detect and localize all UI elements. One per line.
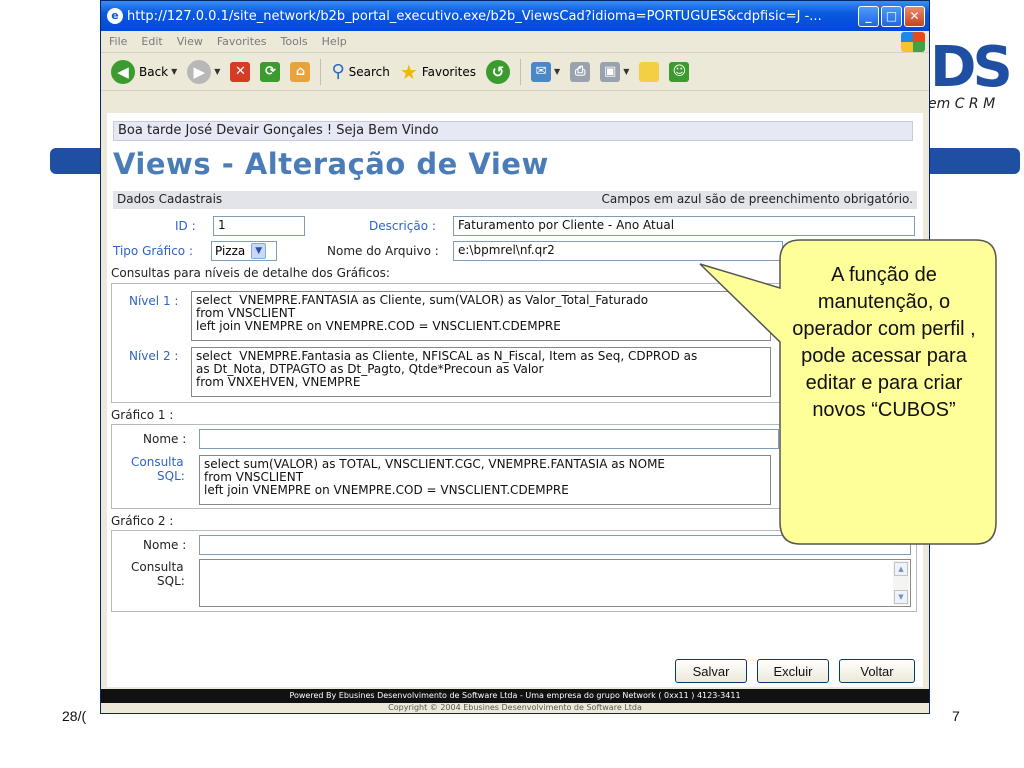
home-icon: ⌂ <box>290 61 311 82</box>
id-field[interactable]: 1 <box>213 216 305 236</box>
arquivo-label: Nome do Arquivo : <box>327 244 439 258</box>
printer-icon: ⎙ <box>570 61 591 82</box>
back-button[interactable]: ◀ Back ▼ <box>111 59 178 84</box>
descricao-field[interactable]: Faturamento por Cliente - Ano Atual <box>453 216 915 236</box>
scrollbar[interactable]: ▲ ▼ <box>893 561 909 605</box>
grafico2-sql-textarea[interactable]: ▲ ▼ <box>199 559 911 607</box>
windows-logo-icon <box>901 32 925 52</box>
grafico2-sql-label: SQL: <box>157 574 185 588</box>
menu-view[interactable]: View <box>177 35 203 48</box>
refresh-icon: ⟳ <box>260 61 281 82</box>
messenger-icon: ☺ <box>669 61 690 82</box>
scroll-down-icon[interactable]: ▼ <box>894 590 908 604</box>
mail-icon: ✉ <box>531 61 552 82</box>
powered-by-footer: Powered By Ebusines Desenvolvimento de S… <box>101 689 929 703</box>
id-label: ID : <box>175 219 196 233</box>
menu-help[interactable]: Help <box>322 35 347 48</box>
chevron-down-icon: ▼ <box>623 67 630 76</box>
window-title: http://127.0.0.1/site_network/b2b_portal… <box>127 8 822 24</box>
search-label: Search <box>348 64 390 79</box>
greeting-bar: Boa tarde José Devair Gonçales ! Seja Be… <box>113 121 913 141</box>
company-logo: DS <box>930 35 1013 100</box>
close-icon[interactable]: ✕ <box>904 5 925 27</box>
edit-icon: ▣ <box>600 61 621 82</box>
edit-button[interactable]: ▣ ▼ <box>600 61 630 82</box>
search-button[interactable]: ⚲ Search <box>331 61 389 82</box>
print-button[interactable]: ⎙ <box>570 61 591 82</box>
excluir-button[interactable]: Excluir <box>757 659 829 683</box>
history-button[interactable]: ↺ <box>486 59 511 84</box>
messenger-button[interactable]: ☺ <box>669 61 690 82</box>
grafico1-sql-textarea[interactable]: select sum(VALOR) as TOTAL, VNSCLIENT.CG… <box>199 455 771 505</box>
tipo-grafico-value: Pizza <box>215 244 246 258</box>
favorites-label: Favorites <box>421 64 477 79</box>
back-arrow-icon: ◀ <box>111 59 135 84</box>
callout-bubble: A função de manutenção, o operador com p… <box>699 238 998 546</box>
voltar-button[interactable]: Voltar <box>839 659 915 683</box>
slide-date: 28/( <box>62 708 87 724</box>
grafico1-label: Gráfico 1 : <box>111 408 174 422</box>
consultas-label: Consultas para níveis de detalhe dos Grá… <box>111 266 390 280</box>
nivel2-label: Nível 2 : <box>129 349 179 363</box>
nivel1-label: Nível 1 : <box>129 294 179 308</box>
stop-button[interactable]: ✕ <box>230 61 251 82</box>
menu-bar: File Edit View Favorites Tools Help <box>101 31 929 53</box>
chevron-down-icon: ▼ <box>554 67 561 76</box>
window-titlebar[interactable]: e http://127.0.0.1/site_network/b2b_port… <box>101 1 929 31</box>
menu-tools[interactable]: Tools <box>281 35 308 48</box>
page-title: Views - Alteração de View <box>113 147 549 181</box>
minimize-icon[interactable]: _ <box>858 5 879 27</box>
grafico2-label: Gráfico 2 : <box>111 514 174 528</box>
slide-page-number: 7 <box>952 708 960 724</box>
forward-button[interactable]: ▶ ▼ <box>187 59 221 84</box>
nivel1-sql-textarea[interactable]: select VNEMPRE.FANTASIA as Cliente, sum(… <box>191 291 771 341</box>
chevron-down-icon: ▼ <box>214 67 221 76</box>
toolbar-divider <box>520 58 522 85</box>
toolbar-divider <box>320 58 322 85</box>
copyright-text: Copyright © 2004 Ebusines Desenvolviment… <box>388 703 642 712</box>
chevron-down-icon: ▼ <box>171 67 178 76</box>
scroll-up-icon[interactable]: ▲ <box>894 562 908 576</box>
callout-text: A função de manutenção, o operador com p… <box>792 264 976 421</box>
section-title: Dados Cadastrais <box>117 192 223 206</box>
back-label: Back <box>139 64 169 79</box>
salvar-button[interactable]: Salvar <box>675 659 747 683</box>
grafico1-consulta-label: Consulta <box>131 455 184 469</box>
tipo-grafico-label: Tipo Gráfico : <box>113 244 194 258</box>
grafico1-nome-label: Nome : <box>143 432 187 446</box>
forward-arrow-icon: ▶ <box>187 59 212 84</box>
grafico2-nome-label: Nome : <box>143 538 187 552</box>
folder-button[interactable] <box>639 61 660 82</box>
folder-icon <box>639 61 660 82</box>
star-icon: ★ <box>399 59 418 84</box>
ie-icon: e <box>107 8 123 24</box>
history-icon: ↺ <box>486 59 511 84</box>
maximize-icon[interactable]: □ <box>881 5 902 27</box>
mail-button[interactable]: ✉ ▼ <box>531 61 561 82</box>
descricao-label: Descrição : <box>369 219 436 233</box>
chevron-down-icon: ▼ <box>251 243 267 259</box>
grafico2-consulta-label: Consulta <box>131 560 184 574</box>
stop-icon: ✕ <box>230 61 251 82</box>
search-icon: ⚲ <box>331 61 345 82</box>
section-dados-cadastrais: Dados Cadastrais Campos em azul são de p… <box>113 191 917 209</box>
home-button[interactable]: ⌂ <box>290 61 311 82</box>
favorites-button[interactable]: ★ Favorites <box>400 60 476 84</box>
grafico1-sql-label: SQL: <box>157 469 185 483</box>
menu-edit[interactable]: Edit <box>141 35 162 48</box>
logo-slogan: em C R M <box>928 96 996 112</box>
refresh-button[interactable]: ⟳ <box>260 61 281 82</box>
required-note: Campos em azul são de preenchimento obri… <box>601 192 913 206</box>
nivel2-sql-textarea[interactable]: select VNEMPRE.Fantasia as Cliente, NFIS… <box>191 347 771 397</box>
browser-toolbar: ◀ Back ▼ ▶ ▼ ✕ ⟳ ⌂ ⚲ Search ★ Favorites … <box>101 53 929 91</box>
tipo-grafico-select[interactable]: Pizza ▼ <box>211 241 277 261</box>
menu-file[interactable]: File <box>109 35 127 48</box>
menu-favorites[interactable]: Favorites <box>217 35 267 48</box>
